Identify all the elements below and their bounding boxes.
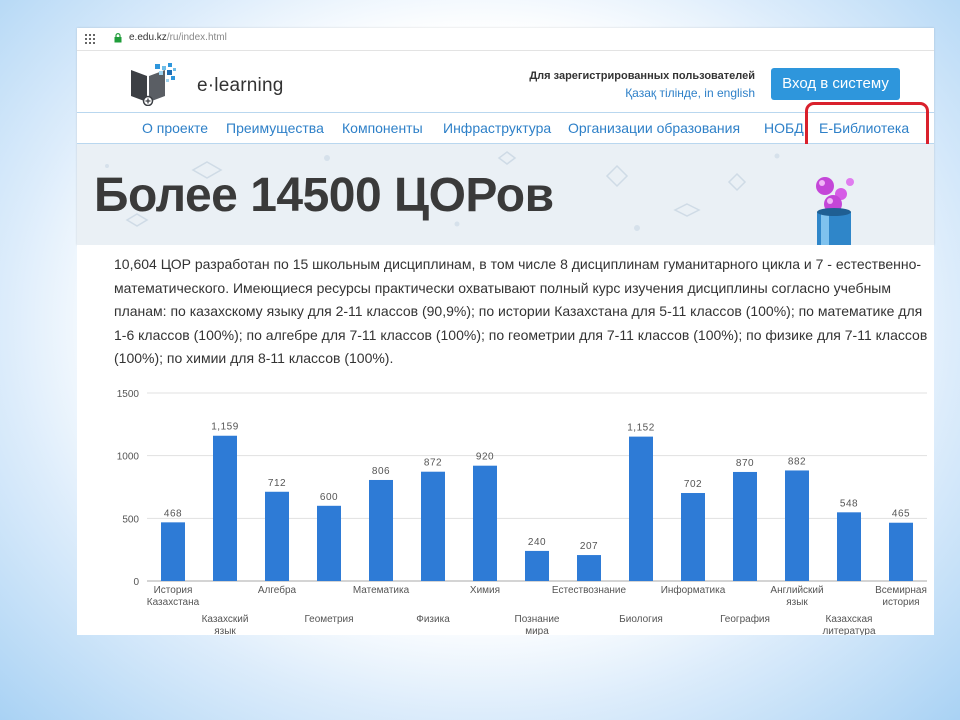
bar-value-label: 465 — [892, 509, 910, 520]
bar — [421, 471, 445, 581]
nav-item-infrastructure[interactable]: Инфраструктура — [443, 120, 551, 136]
content-panel: 10,604 ЦОР разработан по 15 школьным дис… — [77, 245, 934, 635]
nav-item-advantages[interactable]: Преимущества — [226, 120, 324, 136]
bar — [629, 436, 653, 581]
bar-value-label: 207 — [580, 541, 598, 552]
bar-value-label: 600 — [320, 492, 338, 503]
elearning-logo-icon[interactable] — [129, 62, 179, 106]
x-category-label: Английский язык — [770, 585, 823, 608]
bar-value-label: 870 — [736, 458, 754, 469]
x-category-label: Химия — [470, 585, 500, 596]
bar-value-label: 882 — [788, 456, 806, 467]
bar — [785, 470, 809, 581]
x-category-label: География — [720, 613, 770, 625]
hero-banner: Более 14500 ЦОРов — [77, 144, 934, 245]
x-category-label: Биология — [619, 614, 663, 625]
x-category-label: Казахская литература — [822, 614, 875, 635]
y-tick-label: 1000 — [117, 452, 140, 463]
lock-icon — [114, 33, 122, 43]
bar — [681, 493, 705, 581]
lang-separator: , — [697, 86, 701, 100]
bar-value-label: 712 — [268, 478, 286, 489]
language-links: Қазақ тілінде, in english — [507, 86, 755, 100]
y-tick-label: 1500 — [117, 389, 140, 400]
x-category-label: История Казахстана — [147, 585, 200, 608]
x-category-label: Информатика — [661, 584, 726, 596]
chemistry-flask-icon — [816, 177, 854, 245]
x-category-label: Физика — [416, 614, 450, 625]
bar — [733, 471, 757, 581]
bar-value-label: 468 — [164, 508, 182, 519]
x-category-label: Казахский язык — [202, 614, 249, 635]
apps-grid-icon[interactable] — [85, 34, 95, 44]
bar-value-label: 920 — [476, 452, 494, 463]
bar-value-label: 702 — [684, 479, 702, 490]
bar — [265, 491, 289, 581]
bar — [577, 555, 601, 581]
brand-name: e·learning — [197, 75, 284, 96]
bar-value-label: 240 — [528, 537, 546, 548]
y-tick-label: 0 — [133, 577, 139, 588]
bar-value-label: 806 — [372, 466, 390, 477]
nav-item-about[interactable]: О проекте — [142, 120, 208, 136]
address-bar[interactable]: e.edu.kz/ru/index.html — [77, 28, 934, 51]
login-button[interactable]: Вход в систему — [771, 68, 900, 100]
bar — [369, 479, 393, 581]
nav-item-organizations[interactable]: Организации образования — [568, 120, 740, 136]
bar — [889, 522, 913, 581]
nav-item-components[interactable]: Компоненты — [342, 120, 423, 136]
lang-en-link[interactable]: in english — [704, 86, 755, 100]
url-domain: e.edu.kz — [129, 32, 167, 43]
bar-value-label: 1,159 — [211, 422, 239, 433]
lang-kz-link[interactable]: Қазақ тілінде — [625, 86, 697, 100]
hero-title: Более 14500 ЦОРов — [94, 169, 554, 222]
y-tick-label: 500 — [122, 514, 139, 525]
bar — [837, 512, 861, 581]
x-category-label: Познание мира — [515, 614, 560, 635]
url-path: /ru/index.html — [166, 32, 227, 43]
bar — [161, 522, 185, 581]
url-text[interactable]: e.edu.kz/ru/index.html — [129, 32, 227, 43]
bar — [473, 465, 497, 581]
description-text: 10,604 ЦОР разработан по 15 школьным дис… — [114, 256, 928, 366]
registered-users-label: Для зарегистрированных пользователей — [529, 70, 755, 82]
subjects-bar-chart: 0 500 1000 1500 468 История Казахстана 1,159 Каз… — [117, 389, 927, 635]
x-category-label: Всемирная история — [875, 585, 927, 608]
bar-value-label: 548 — [840, 498, 858, 509]
bar — [317, 505, 341, 581]
browser-window: e.edu.kz/ru/index.html e·learning Для за… — [77, 28, 934, 245]
bar — [213, 435, 237, 581]
bar-value-label: 872 — [424, 458, 442, 469]
x-category-label: Алгебра — [258, 584, 297, 596]
x-category-label: Геометрия — [304, 614, 353, 625]
nav-item-nobd[interactable]: НОБД — [764, 120, 804, 136]
bar — [525, 550, 549, 581]
bar-value-label: 1,152 — [627, 423, 655, 434]
x-category-label: Математика — [353, 585, 410, 596]
x-category-label: Естествознание — [552, 585, 627, 596]
